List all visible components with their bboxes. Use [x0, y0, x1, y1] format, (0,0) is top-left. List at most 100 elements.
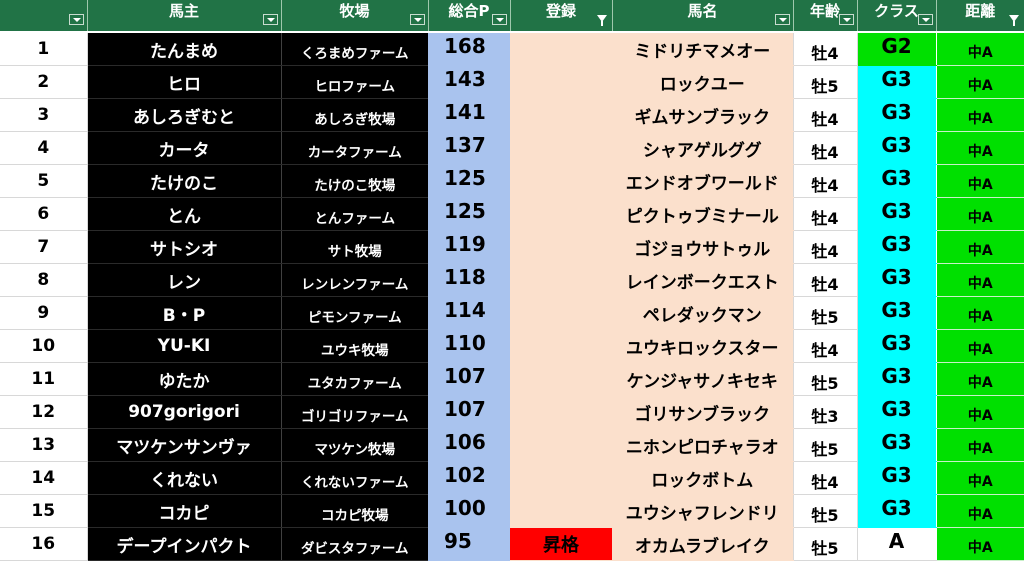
- farm-cell[interactable]: コカピ牧場: [281, 494, 428, 528]
- registration-cell[interactable]: [510, 428, 612, 462]
- farm-cell[interactable]: マツケン牧場: [281, 428, 428, 462]
- distance-cell[interactable]: 中A: [935, 33, 1024, 66]
- registration-cell[interactable]: [510, 98, 612, 132]
- farm-cell[interactable]: ユタカファーム: [281, 362, 428, 396]
- distance-cell[interactable]: 中A: [935, 362, 1024, 396]
- owner-cell[interactable]: サトシオ: [87, 230, 282, 264]
- points-cell[interactable]: 137: [428, 131, 510, 165]
- registration-cell[interactable]: [510, 197, 612, 231]
- owner-cell[interactable]: 907gorigori: [87, 395, 282, 429]
- points-cell[interactable]: 143: [428, 65, 510, 99]
- distance-cell[interactable]: 中A: [935, 164, 1024, 198]
- registration-cell[interactable]: [510, 131, 612, 165]
- class-cell[interactable]: G3: [857, 98, 936, 132]
- row-number-cell[interactable]: 2: [0, 65, 88, 99]
- filter-dropdown-icon[interactable]: [68, 14, 84, 25]
- row-number-cell[interactable]: 10: [0, 329, 88, 363]
- owner-cell[interactable]: B・P: [87, 296, 282, 330]
- registration-cell[interactable]: [510, 494, 612, 528]
- owner-cell[interactable]: たけのこ: [87, 164, 282, 198]
- row-number-cell[interactable]: 3: [0, 98, 88, 132]
- points-cell[interactable]: 125: [428, 164, 510, 198]
- owner-cell[interactable]: カータ: [87, 131, 282, 165]
- farm-cell[interactable]: サト牧場: [281, 230, 428, 264]
- class-cell[interactable]: G3: [857, 461, 936, 495]
- farm-cell[interactable]: たけのこ牧場: [281, 164, 428, 198]
- horse-name-cell[interactable]: ペレダックマン: [612, 296, 793, 330]
- distance-cell[interactable]: 中A: [935, 98, 1024, 132]
- row-number-cell[interactable]: 9: [0, 296, 88, 330]
- points-cell[interactable]: 141: [428, 98, 510, 132]
- row-number-cell[interactable]: 8: [0, 263, 88, 297]
- owner-cell[interactable]: マツケンサンヴァ: [87, 428, 282, 462]
- class-cell[interactable]: A: [857, 527, 936, 561]
- age-cell[interactable]: 牡5: [792, 65, 858, 99]
- registration-cell[interactable]: [510, 362, 612, 396]
- horse-name-cell[interactable]: ケンジャサノキセキ: [612, 362, 793, 396]
- farm-cell[interactable]: とんファーム: [281, 197, 428, 231]
- class-cell[interactable]: G3: [857, 428, 936, 462]
- promotion-badge[interactable]: 昇格: [510, 527, 612, 561]
- class-cell[interactable]: G2: [857, 33, 936, 66]
- age-cell[interactable]: 牡4: [792, 197, 858, 231]
- filter-dropdown-icon[interactable]: [491, 14, 507, 25]
- age-cell[interactable]: 牡4: [792, 131, 858, 165]
- filter-dropdown-icon[interactable]: [409, 14, 425, 25]
- age-cell[interactable]: 牡5: [792, 494, 858, 528]
- filter-dropdown-icon[interactable]: [774, 14, 790, 25]
- owner-cell[interactable]: たんまめ: [87, 33, 282, 66]
- points-cell[interactable]: 107: [428, 395, 510, 429]
- farm-cell[interactable]: あしろぎ牧場: [281, 98, 428, 132]
- registration-cell[interactable]: [510, 461, 612, 495]
- row-number-cell[interactable]: 7: [0, 230, 88, 264]
- registration-cell[interactable]: [510, 65, 612, 99]
- points-cell[interactable]: 118: [428, 263, 510, 297]
- farm-cell[interactable]: カータファーム: [281, 131, 428, 165]
- points-cell[interactable]: 100: [428, 494, 510, 528]
- distance-cell[interactable]: 中A: [935, 197, 1024, 231]
- row-number-cell[interactable]: 13: [0, 428, 88, 462]
- points-cell[interactable]: 125: [428, 197, 510, 231]
- age-cell[interactable]: 牡5: [792, 362, 858, 396]
- distance-cell[interactable]: 中A: [935, 263, 1024, 297]
- row-number-cell[interactable]: 6: [0, 197, 88, 231]
- registration-cell[interactable]: [510, 296, 612, 330]
- farm-cell[interactable]: ヒロファーム: [281, 65, 428, 99]
- owner-cell[interactable]: ヒロ: [87, 65, 282, 99]
- age-cell[interactable]: 牡4: [792, 329, 858, 363]
- row-number-cell[interactable]: 1: [0, 33, 88, 66]
- age-cell[interactable]: 牡3: [792, 395, 858, 429]
- class-cell[interactable]: G3: [857, 197, 936, 231]
- owner-cell[interactable]: デープインパクト: [87, 527, 282, 561]
- row-number-cell[interactable]: 11: [0, 362, 88, 396]
- distance-cell[interactable]: 中A: [935, 230, 1024, 264]
- distance-cell[interactable]: 中A: [935, 527, 1024, 561]
- owner-cell[interactable]: レン: [87, 263, 282, 297]
- horse-name-cell[interactable]: シャアゲルググ: [612, 131, 793, 165]
- filter-active-icon[interactable]: [596, 15, 607, 26]
- points-cell[interactable]: 168: [428, 33, 510, 66]
- filter-dropdown-icon[interactable]: [262, 14, 278, 25]
- points-cell[interactable]: 102: [428, 461, 510, 495]
- distance-cell[interactable]: 中A: [935, 329, 1024, 363]
- row-number-cell[interactable]: 12: [0, 395, 88, 429]
- registration-cell[interactable]: [510, 230, 612, 264]
- registration-cell[interactable]: [510, 395, 612, 429]
- owner-cell[interactable]: あしろぎむと: [87, 98, 282, 132]
- horse-name-cell[interactable]: ミドリチマメオー: [612, 33, 793, 66]
- age-cell[interactable]: 牡5: [792, 428, 858, 462]
- filter-active-icon[interactable]: [1009, 15, 1019, 26]
- points-cell[interactable]: 106: [428, 428, 510, 462]
- owner-cell[interactable]: ゆたか: [87, 362, 282, 396]
- class-cell[interactable]: G3: [857, 494, 936, 528]
- owner-cell[interactable]: コカピ: [87, 494, 282, 528]
- distance-cell[interactable]: 中A: [935, 494, 1024, 528]
- farm-cell[interactable]: レンレンファーム: [281, 263, 428, 297]
- class-cell[interactable]: G3: [857, 329, 936, 363]
- age-cell[interactable]: 牡5: [792, 296, 858, 330]
- points-cell[interactable]: 114: [428, 296, 510, 330]
- horse-name-cell[interactable]: ピクトゥブミナール: [612, 197, 793, 231]
- horse-name-cell[interactable]: ギムサンブラック: [612, 98, 793, 132]
- class-cell[interactable]: G3: [857, 296, 936, 330]
- farm-cell[interactable]: くれないファーム: [281, 461, 428, 495]
